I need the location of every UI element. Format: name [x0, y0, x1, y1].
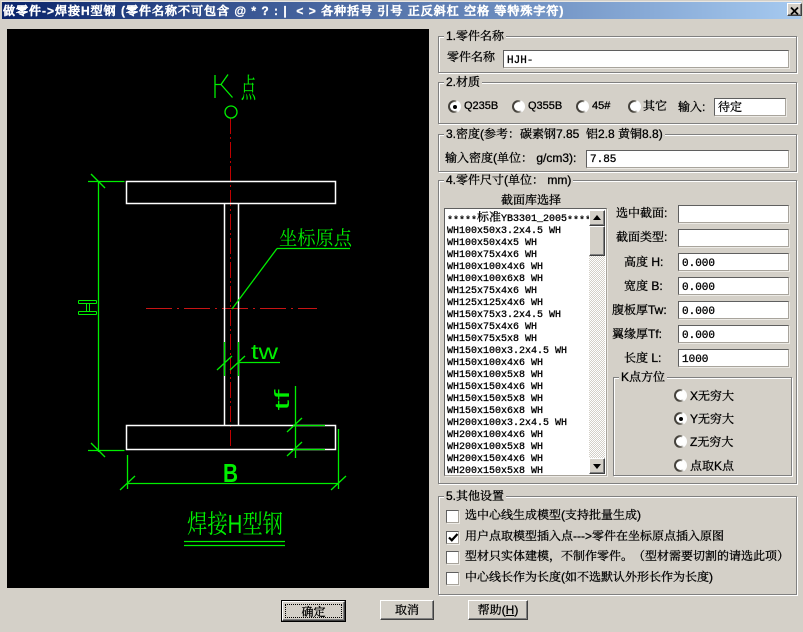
svg-text:点: 点: [241, 67, 257, 107]
svg-text:焊接H型钢: 焊接H型钢: [187, 504, 283, 541]
svg-text:tf: tf: [272, 389, 294, 411]
svg-text:坐标原点: 坐标原点: [279, 222, 353, 251]
svg-text:tw: tw: [251, 341, 279, 364]
svg-text:B: B: [223, 459, 238, 488]
